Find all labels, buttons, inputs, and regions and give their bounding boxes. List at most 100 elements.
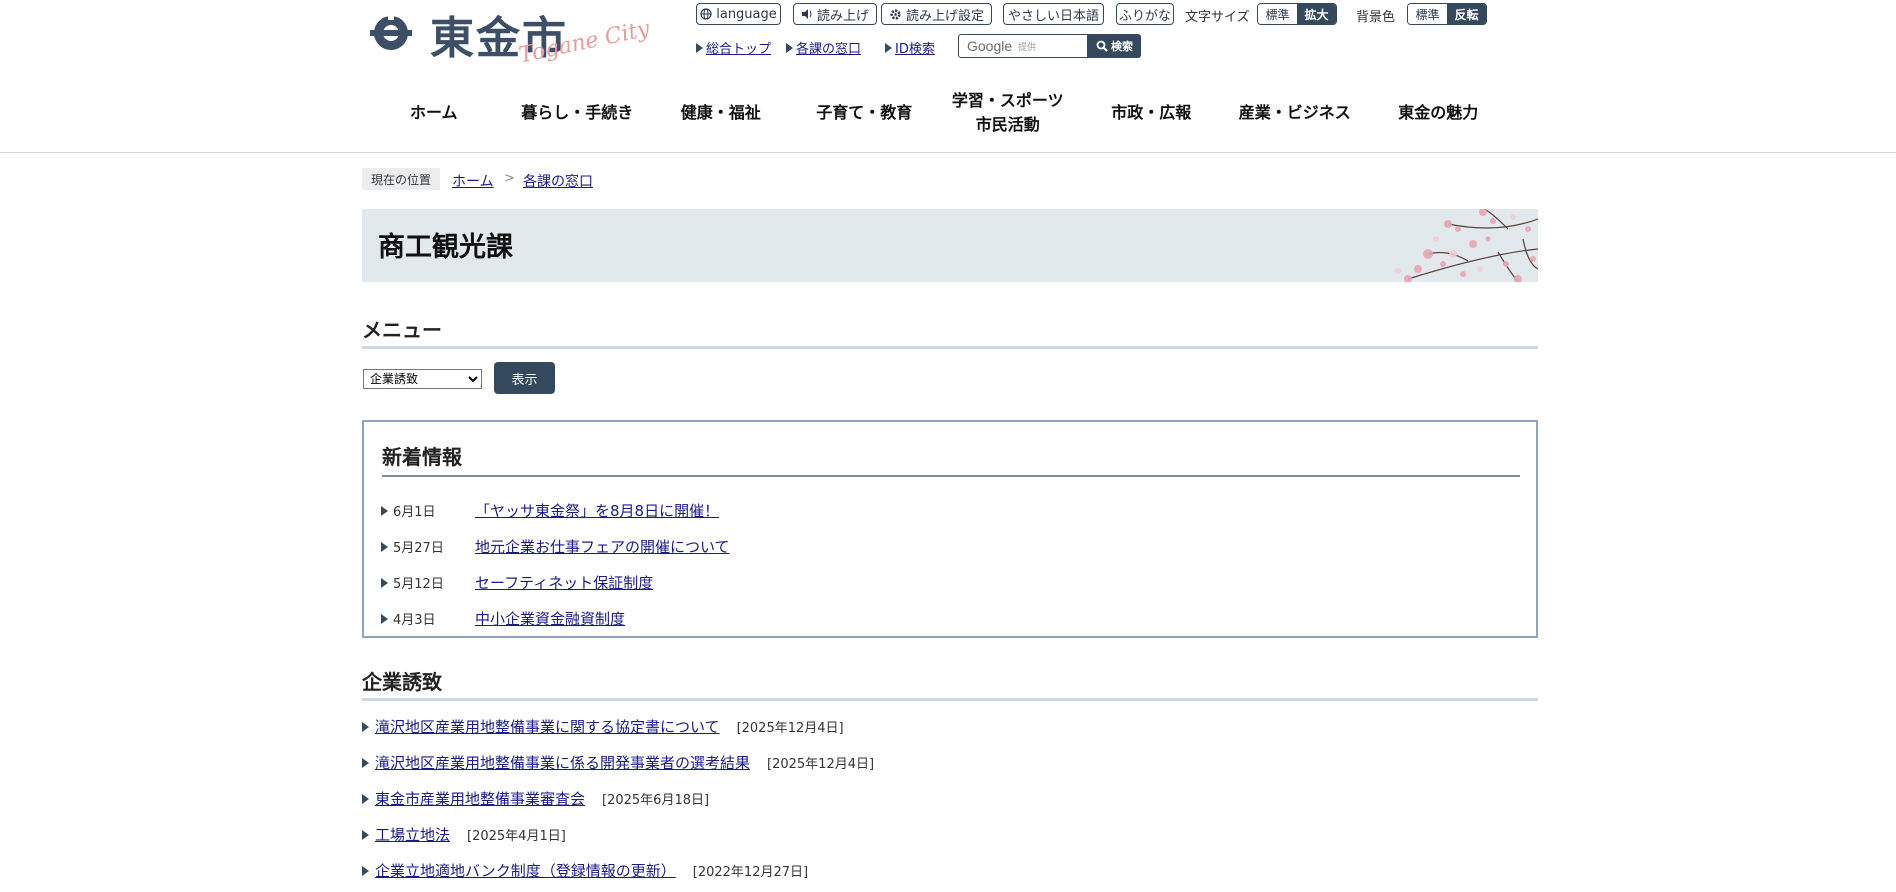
arrow-right-icon: [381, 541, 388, 552]
arrow-right-icon: [362, 721, 369, 732]
city-emblem-icon: [370, 14, 412, 50]
list-link[interactable]: 企業立地適地バンク制度（登録情報の更新）: [375, 860, 676, 881]
news-item: 6月1日 「ヤッサ東金祭」を8月8日に開催！: [381, 500, 719, 521]
quick-link-id-search-text[interactable]: ID検索: [895, 38, 935, 57]
nav-home[interactable]: ホーム: [362, 86, 506, 140]
news-heading: 新着情報: [382, 445, 462, 469]
quick-link-departments[interactable]: 各課の窓口: [786, 38, 861, 57]
gear-icon: [890, 8, 901, 20]
list-date: [2025年6月18日]: [602, 793, 710, 808]
site-logo[interactable]: 東金市 Togane City: [370, 4, 660, 70]
background-color-label: 背景色: [1356, 10, 1396, 25]
list-link[interactable]: 滝沢地区産業用地整備事業に係る開発事業者の選考結果: [375, 752, 750, 773]
font-large-button[interactable]: 拡大: [1297, 4, 1336, 24]
search-button[interactable]: 検索: [1088, 34, 1141, 58]
global-nav: ホーム 暮らし・手続き 健康・福祉 子育て・教育 学習・スポーツ 市民活動 市政…: [362, 86, 1510, 140]
title-banner: 商工観光課: [362, 209, 1538, 282]
list-item: 東金市産業用地整備事業審査会 [2025年6月18日]: [362, 788, 709, 809]
nav-living[interactable]: 暮らし・手続き: [506, 86, 650, 140]
font-size-toggle: 標準 拡大: [1257, 3, 1337, 25]
news-box: 新着情報 6月1日 「ヤッサ東金祭」を8月8日に開催！ 5月27日 地元企業お仕…: [362, 420, 1538, 638]
list-item: 滝沢地区産業用地整備事業に関する協定書について [2025年12月4日]: [362, 716, 844, 737]
arrow-right-icon: [362, 757, 369, 768]
easy-japanese-button[interactable]: やさしい日本語: [1003, 3, 1104, 25]
menu-select[interactable]: 企業誘致: [363, 369, 482, 389]
news-date: 5月12日: [393, 577, 444, 592]
nav-attractions[interactable]: 東金の魅力: [1367, 86, 1511, 140]
list-item: 工場立地法 [2025年4月1日]: [362, 824, 566, 845]
list-date: [2022年12月27日]: [692, 865, 809, 880]
menu-heading: メニュー: [362, 318, 442, 342]
menu-heading-rule: [362, 346, 1538, 349]
breadcrumb-departments[interactable]: 各課の窓口: [523, 171, 593, 191]
news-item: 4月3日 中小企業資金融資制度: [381, 608, 625, 629]
arrow-right-icon: [381, 505, 388, 516]
page-title: 商工観光課: [378, 232, 513, 263]
search-provided-text: 提供: [1018, 42, 1037, 53]
read-aloud-button[interactable]: 読み上げ: [793, 3, 877, 25]
arrow-right-icon: [362, 829, 369, 840]
news-heading-rule: [382, 475, 1520, 477]
arrow-right-icon: [885, 42, 892, 53]
list-date: [2025年4月1日]: [467, 829, 566, 844]
search-button-label: 検索: [1111, 40, 1133, 53]
list-date: [2025年12月4日]: [767, 757, 875, 772]
quick-link-top-text[interactable]: 総合トップ: [706, 38, 771, 57]
list-link[interactable]: 東金市産業用地整備事業審査会: [375, 788, 585, 809]
language-button[interactable]: language: [696, 3, 781, 25]
quick-link-departments-text[interactable]: 各課の窓口: [796, 38, 861, 57]
speaker-icon: [801, 9, 812, 19]
google-brand-text: Google: [967, 38, 1013, 54]
header-divider: [0, 152, 1896, 153]
news-date: 4月3日: [393, 613, 436, 628]
news-item: 5月27日 地元企業お仕事フェアの開催について: [381, 536, 730, 557]
nav-business[interactable]: 産業・ビジネス: [1223, 86, 1367, 140]
nav-health[interactable]: 健康・福祉: [649, 86, 793, 140]
read-aloud-label: 読み上げ: [816, 8, 869, 24]
arrow-right-icon: [362, 793, 369, 804]
invest-heading-rule: [362, 698, 1538, 701]
search-icon: [1096, 40, 1108, 52]
read-settings-label: 読み上げ設定: [905, 8, 984, 24]
list-link[interactable]: 滝沢地区産業用地整備事業に関する協定書について: [375, 716, 720, 737]
bg-standard-button[interactable]: 標準: [1408, 4, 1447, 24]
breadcrumb-separator: >: [504, 171, 515, 186]
list-link[interactable]: 工場立地法: [375, 824, 450, 845]
arrow-right-icon: [786, 42, 793, 53]
font-standard-button[interactable]: 標準: [1258, 4, 1297, 24]
quick-link-top[interactable]: 総合トップ: [696, 38, 771, 57]
invest-heading: 企業誘致: [362, 670, 442, 694]
list-date: [2025年12月4日]: [736, 721, 844, 736]
background-toggle: 標準 反転: [1407, 3, 1487, 25]
quick-link-id-search[interactable]: ID検索: [885, 38, 935, 57]
globe-icon: [700, 8, 712, 20]
news-item: 5月12日 セーフティネット保証制度: [381, 572, 653, 593]
furigana-button[interactable]: ふりがな: [1116, 3, 1174, 25]
news-date: 5月27日: [393, 541, 444, 556]
news-link[interactable]: 「ヤッサ東金祭」を8月8日に開催！: [475, 500, 719, 521]
nav-learning[interactable]: 学習・スポーツ 市民活動: [936, 86, 1080, 140]
nav-learning-line2: 市民活動: [975, 115, 1040, 134]
show-button[interactable]: 表示: [494, 362, 555, 394]
nav-learning-line1: 学習・スポーツ: [951, 91, 1064, 110]
arrow-right-icon: [696, 42, 703, 53]
news-link[interactable]: 地元企業お仕事フェアの開催について: [475, 536, 730, 557]
arrow-right-icon: [381, 577, 388, 588]
breadcrumb-label: 現在の位置: [362, 168, 441, 190]
news-date: 6月1日: [393, 505, 436, 520]
nav-education[interactable]: 子育て・教育: [793, 86, 937, 140]
list-item: 滝沢地区産業用地整備事業に係る開発事業者の選考結果 [2025年12月4日]: [362, 752, 874, 773]
language-label: language: [716, 6, 777, 22]
cherry-blossom-image: [1395, 209, 1538, 282]
breadcrumb-home[interactable]: ホーム: [452, 171, 494, 191]
news-link[interactable]: 中小企業資金融資制度: [475, 608, 625, 629]
read-settings-button[interactable]: 読み上げ設定: [881, 3, 992, 25]
nav-government[interactable]: 市政・広報: [1080, 86, 1224, 140]
arrow-right-icon: [381, 613, 388, 624]
font-size-label: 文字サイズ: [1185, 10, 1250, 25]
arrow-right-icon: [362, 865, 369, 876]
bg-invert-button[interactable]: 反転: [1447, 4, 1486, 24]
news-link[interactable]: セーフティネット保証制度: [475, 572, 653, 593]
list-item: 企業立地適地バンク制度（登録情報の更新） [2022年12月27日]: [362, 860, 808, 881]
search-input[interactable]: Google 提供: [958, 34, 1088, 58]
